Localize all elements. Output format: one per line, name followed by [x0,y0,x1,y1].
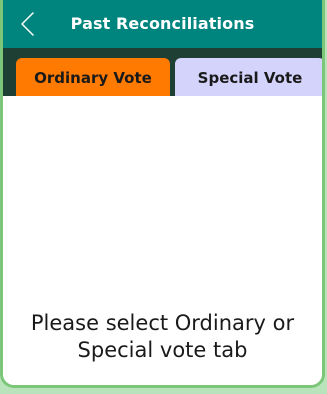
content-area: Please select Ordinary or Special vote t… [3,96,322,385]
page-title: Past Reconciliations [70,14,255,33]
tab-special-vote[interactable]: Special Vote [175,58,322,96]
tab-ordinary-vote[interactable]: Ordinary Vote [16,58,170,96]
empty-state-message: Please select Ordinary or Special vote t… [30,311,295,362]
tab-bar: Ordinary Vote Special Vote [3,48,322,96]
app-screen: Past Reconciliations Ordinary Vote Speci… [0,0,325,388]
header-bar: Past Reconciliations [3,0,322,48]
